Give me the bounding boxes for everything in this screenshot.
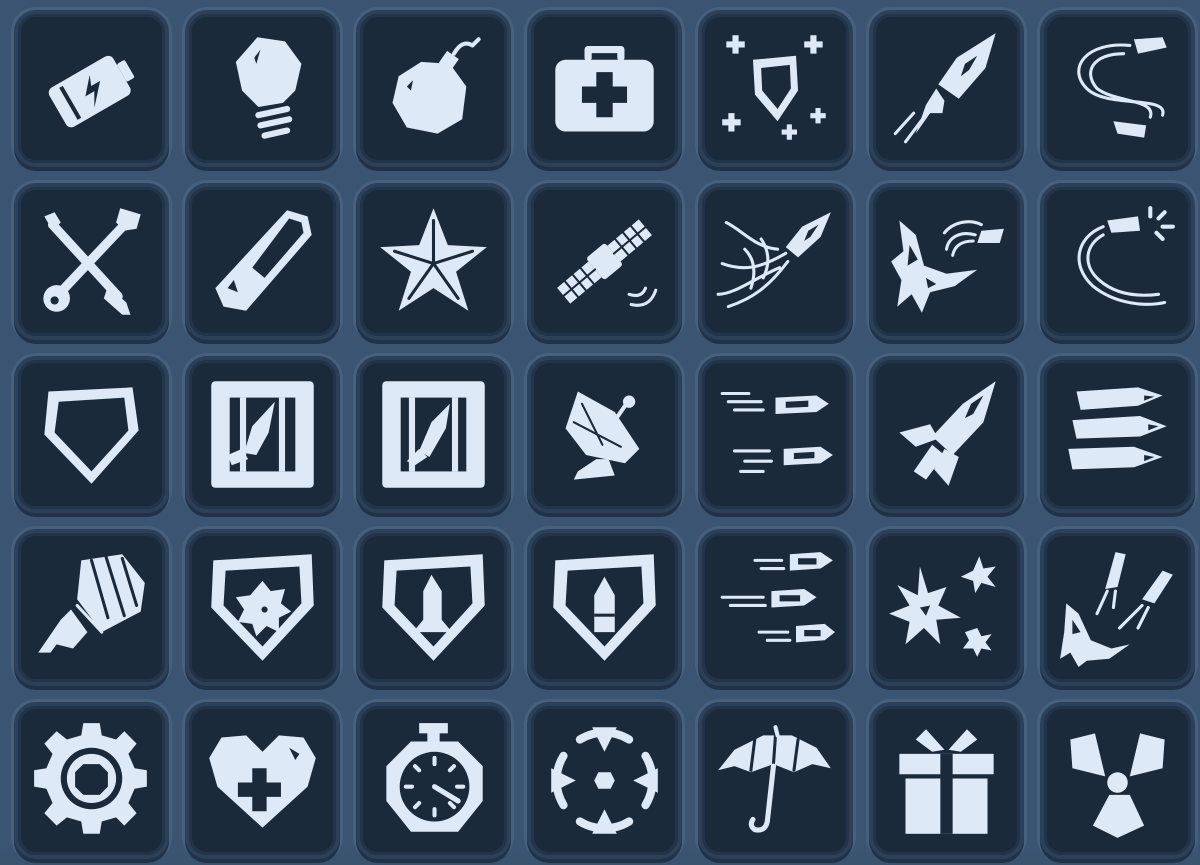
- tile-umbrella[interactable]: [698, 702, 853, 859]
- tile-medkit[interactable]: [527, 10, 682, 167]
- tile-crate-missile[interactable]: [356, 356, 511, 513]
- tile-radiation[interactable]: [1040, 702, 1195, 859]
- tile-radar-dish[interactable]: [527, 356, 682, 513]
- tile-battery[interactable]: [14, 10, 169, 167]
- medkit-icon: [555, 45, 654, 132]
- tile-orbit-bullets[interactable]: [1040, 10, 1195, 167]
- tile-missile-strike[interactable]: [1040, 529, 1195, 686]
- tile-shield-burst[interactable]: [185, 529, 340, 686]
- tile-lightbulb[interactable]: [185, 10, 340, 167]
- radiation-icon: [1070, 733, 1165, 838]
- missile-strike-icon: [1060, 552, 1173, 667]
- tile-shield-sparkle[interactable]: [698, 10, 853, 167]
- crate-bomb-icon: [211, 381, 314, 488]
- rocket-smoke-icon: [716, 212, 831, 309]
- circling-bullet-icon: [1077, 206, 1175, 306]
- tile-heart-health[interactable]: [185, 702, 340, 859]
- shield-missile-icon: [382, 554, 485, 661]
- icon-grid: [8, 4, 1200, 865]
- triple-bullets-icon: [1068, 387, 1167, 470]
- tile-explosions[interactable]: [869, 529, 1024, 686]
- icon-sheet: [0, 0, 1200, 859]
- shield-sparkle-icon: [722, 35, 826, 140]
- tile-shield-bullet[interactable]: [527, 529, 682, 686]
- gift-icon: [899, 729, 994, 834]
- gear-icon: [34, 723, 147, 834]
- tile-rocket-launch[interactable]: [869, 356, 1024, 513]
- crate-missile-icon: [382, 381, 485, 488]
- tile-shield-missile[interactable]: [356, 529, 511, 686]
- tile-rocket[interactable]: [869, 10, 1024, 167]
- tile-rocket-impact[interactable]: [869, 183, 1024, 340]
- tile-pill[interactable]: [185, 183, 340, 340]
- radar-dish-icon: [565, 391, 640, 480]
- tile-star[interactable]: [356, 183, 511, 340]
- tile-bullet-barrage[interactable]: [698, 529, 853, 686]
- tile-gear[interactable]: [14, 702, 169, 859]
- tile-crosshair[interactable]: [527, 702, 682, 859]
- tile-repair-tools[interactable]: [14, 183, 169, 340]
- tile-crate-bomb[interactable]: [185, 356, 340, 513]
- star-icon: [380, 208, 487, 311]
- battery-icon: [48, 55, 135, 128]
- bullet-barrage-icon: [720, 552, 835, 643]
- tile-gift[interactable]: [869, 702, 1024, 859]
- tile-rocket-smoke[interactable]: [698, 183, 853, 340]
- explosions-icon: [889, 556, 996, 657]
- shield-burst-icon: [211, 554, 314, 661]
- bomb-icon: [392, 37, 481, 134]
- satellite-icon: [557, 219, 658, 307]
- parachute-icon: [38, 554, 145, 653]
- tile-parachute[interactable]: [14, 529, 169, 686]
- tile-triple-bullets[interactable]: [1040, 356, 1195, 513]
- rocket-impact-icon: [891, 220, 1004, 313]
- heart-health-icon: [209, 735, 316, 828]
- repair-tools-icon: [43, 208, 141, 315]
- rocket-launch-icon: [899, 381, 996, 486]
- shield-icon: [44, 387, 139, 484]
- tile-shield[interactable]: [14, 356, 169, 513]
- shield-bullet-icon: [553, 554, 656, 661]
- orbit-bullets-icon: [1077, 37, 1167, 138]
- tile-stopwatch[interactable]: [356, 702, 511, 859]
- tile-satellite[interactable]: [527, 183, 682, 340]
- umbrella-icon: [718, 725, 831, 833]
- crosshair-icon: [551, 727, 658, 834]
- tile-circling-bullet[interactable]: [1040, 183, 1195, 340]
- tile-bomb[interactable]: [356, 10, 511, 167]
- pill-icon: [215, 210, 312, 311]
- stopwatch-icon: [386, 723, 483, 832]
- twin-bullets-icon: [720, 391, 833, 473]
- lightbulb-icon: [235, 37, 302, 139]
- tile-twin-bullets[interactable]: [698, 356, 853, 513]
- rocket-icon: [893, 33, 996, 144]
